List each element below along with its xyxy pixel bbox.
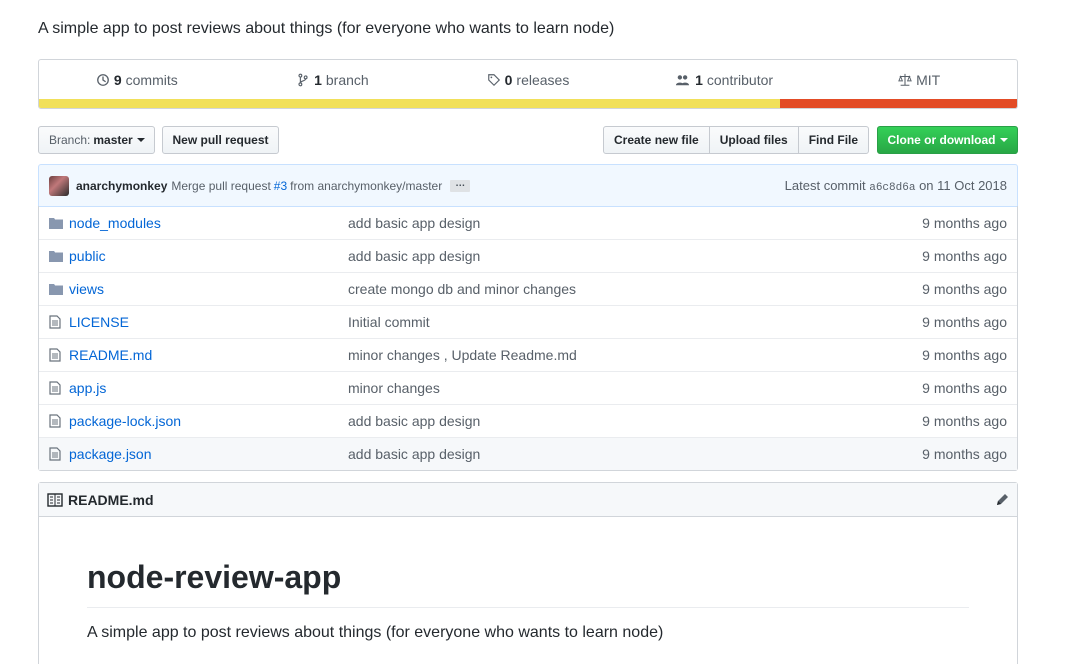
clone-label: Clone or download <box>887 133 996 147</box>
commit-meta: Latest commit a6c8d6a on 11 Oct 2018 <box>785 178 1007 194</box>
file-name-link[interactable]: public <box>69 248 348 264</box>
folder-icon <box>49 217 65 229</box>
file-icon <box>49 447 65 461</box>
latest-commit-label: Latest commit <box>784 177 866 193</box>
releases-count: 0 <box>504 72 513 88</box>
file-name-link[interactable]: package-lock.json <box>69 413 348 429</box>
commits-count: 9 <box>113 72 122 88</box>
branch-prefix: Branch: <box>49 133 91 147</box>
file-row[interactable]: app.js minor changes 9 months ago <box>39 371 1017 404</box>
branches-label: branch <box>325 72 369 88</box>
branches-count: 1 <box>314 72 322 88</box>
commits-label: commits <box>125 72 178 88</box>
file-actions-group: Create new file Upload files Find File <box>603 126 870 154</box>
file-commit-message[interactable]: add basic app design <box>348 215 922 231</box>
file-name-link[interactable]: README.md <box>69 347 348 363</box>
language-segment[interactable] <box>39 99 781 108</box>
repo-description: A simple app to post reviews about thing… <box>38 20 615 37</box>
file-age: 9 months ago <box>922 214 1007 231</box>
file-name-link[interactable]: app.js <box>69 380 348 396</box>
releases-link[interactable]: 0 releases <box>430 72 626 88</box>
tag-icon <box>487 74 500 87</box>
create-new-file-button[interactable]: Create new file <box>603 126 710 154</box>
file-commit-message[interactable]: minor changes , Update Readme.md <box>348 347 922 363</box>
file-commit-message[interactable]: add basic app design <box>348 248 922 264</box>
file-age: 9 months ago <box>922 248 1007 264</box>
pencil-icon[interactable] <box>995 493 1009 507</box>
avatar[interactable] <box>49 175 69 196</box>
readme-header: README.md <box>39 483 1017 517</box>
readme-body: node-review-app A simple app to post rev… <box>39 517 1017 664</box>
file-name-link[interactable]: node_modules <box>69 215 348 231</box>
language-bar[interactable] <box>39 99 1017 108</box>
file-commit-message[interactable]: add basic app design <box>348 413 922 429</box>
file-row[interactable]: LICENSE Initial commit 9 months ago <box>39 305 1017 338</box>
branch-name: master <box>93 133 133 147</box>
releases-label: releases <box>516 72 570 88</box>
find-file-button[interactable]: Find File <box>797 126 870 154</box>
file-name-link[interactable]: package.json <box>69 446 348 462</box>
contributors-link[interactable]: 1 contributor <box>626 72 822 88</box>
file-icon <box>49 348 65 362</box>
file-row[interactable]: README.md minor changes , Update Readme.m… <box>39 338 1017 371</box>
new-pull-request-button[interactable]: New pull request <box>162 126 279 154</box>
law-icon <box>898 73 912 86</box>
history-icon <box>96 74 109 86</box>
git-branch-icon <box>298 73 308 87</box>
branch-select-button[interactable]: Branch: master <box>38 126 155 154</box>
file-age: 9 months ago <box>922 314 1007 330</box>
readme-title: node-review-app <box>87 557 969 608</box>
file-name-link[interactable]: LICENSE <box>69 314 348 330</box>
contributors-count: 1 <box>695 72 703 88</box>
commit-message-prefix[interactable]: Merge pull request <box>171 179 270 193</box>
license-link[interactable]: MIT <box>821 72 1017 88</box>
file-age: 9 months ago <box>922 413 1007 429</box>
folder-icon <box>49 250 65 262</box>
file-row[interactable]: public add basic app design 9 months ago <box>39 239 1017 272</box>
file-row[interactable]: package.json add basic app design 9 months… <box>39 437 1017 470</box>
file-age: 9 months ago <box>922 446 1007 462</box>
clone-download-button[interactable]: Clone or download <box>877 126 1018 154</box>
file-list: node_modules add basic app design 9 months… <box>38 206 1018 471</box>
folder-icon <box>49 283 65 295</box>
file-age: 9 months ago <box>922 380 1007 396</box>
file-name-link[interactable]: views <box>69 281 348 297</box>
readme-filename: README.md <box>68 491 154 508</box>
file-row[interactable]: node_modules add basic app design 9 months… <box>39 206 1017 239</box>
file-icon <box>49 381 65 395</box>
license-label: MIT <box>916 72 941 88</box>
readme-text: A simple app to post reviews about thing… <box>87 624 664 641</box>
file-commit-message[interactable]: minor changes <box>348 380 922 396</box>
file-icon <box>49 315 65 329</box>
file-age: 9 months ago <box>922 281 1007 297</box>
commit-sha[interactable]: a6c8d6a <box>869 182 915 194</box>
expand-message-button[interactable]: … <box>450 178 471 192</box>
contributors-label: contributor <box>706 72 774 88</box>
file-icon <box>49 414 65 428</box>
commit-date: on 11 Oct 2018 <box>919 177 1007 193</box>
file-commit-message[interactable]: Initial commit <box>348 314 922 330</box>
people-icon <box>676 75 690 86</box>
upload-files-button[interactable]: Upload files <box>708 126 799 154</box>
commits-link[interactable]: 9 commits <box>39 72 235 88</box>
commit-pr-link[interactable]: #3 <box>274 179 287 193</box>
commit-message-suffix[interactable]: from anarchymonkey/master <box>290 179 442 193</box>
file-commit-message[interactable]: add basic app design <box>348 446 922 462</box>
latest-commit-bar: anarchymonkey Merge pull request #3 from… <box>38 164 1018 207</box>
caret-down-icon <box>136 138 145 142</box>
file-row[interactable]: package-lock.json add basic app design 9 m… <box>39 404 1017 437</box>
branches-link[interactable]: 1 branch <box>235 72 431 88</box>
caret-down-icon <box>999 138 1008 142</box>
file-row[interactable]: views create mongo db and minor changes 9 … <box>39 272 1017 305</box>
language-segment[interactable] <box>780 99 1017 108</box>
file-commit-message[interactable]: create mongo db and minor changes <box>348 281 922 297</box>
book-icon <box>47 492 63 507</box>
repo-summary: 9 commits 1 branch 0 releases 1 contribu… <box>38 59 1018 109</box>
readme-panel: README.md node-review-app A simple app t… <box>38 482 1018 664</box>
file-age: 9 months ago <box>922 347 1007 363</box>
commit-author[interactable]: anarchymonkey <box>76 179 167 193</box>
